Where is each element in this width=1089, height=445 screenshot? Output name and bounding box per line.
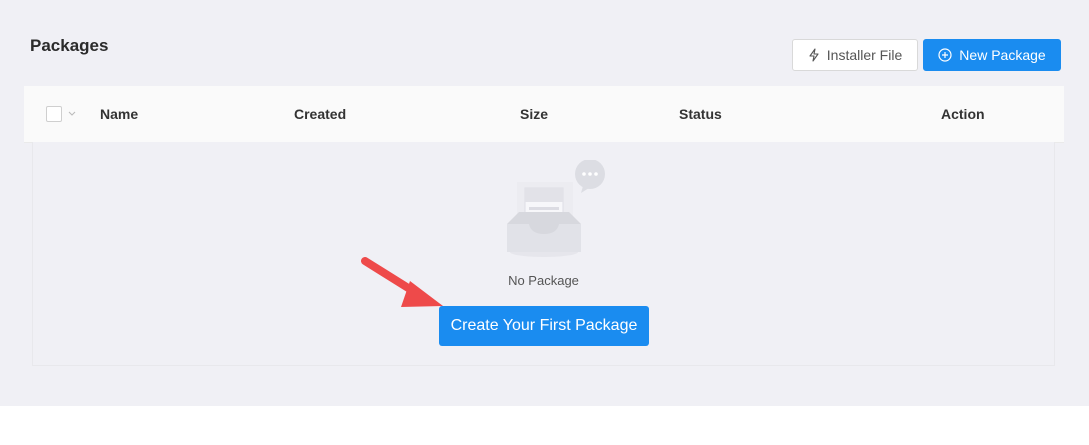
column-header-action: Action bbox=[941, 106, 985, 122]
page-title: Packages bbox=[30, 36, 109, 55]
chevron-down-icon[interactable] bbox=[66, 106, 78, 120]
new-package-button[interactable]: New Package bbox=[923, 39, 1061, 71]
plus-circle-icon bbox=[938, 48, 952, 62]
installer-file-label: Installer File bbox=[826, 47, 903, 63]
column-header-status[interactable]: Status bbox=[679, 106, 722, 122]
select-all-checkbox[interactable] bbox=[46, 106, 62, 122]
new-package-label: New Package bbox=[959, 47, 1046, 63]
installer-file-button[interactable]: Installer File bbox=[792, 39, 918, 71]
column-header-created[interactable]: Created bbox=[294, 106, 346, 122]
packages-panel: Packages Installer File New Package Name… bbox=[0, 0, 1089, 406]
table-header: Name Created Size Status Action bbox=[24, 86, 1064, 143]
empty-inbox-icon bbox=[505, 159, 611, 260]
column-header-name[interactable]: Name bbox=[100, 106, 138, 122]
lightning-bolt-icon bbox=[808, 48, 820, 62]
create-first-package-button[interactable]: Create Your First Package bbox=[439, 306, 649, 346]
empty-state-message: No Package bbox=[508, 273, 579, 288]
annotation-arrow-icon bbox=[361, 257, 443, 307]
column-header-size[interactable]: Size bbox=[520, 106, 548, 122]
